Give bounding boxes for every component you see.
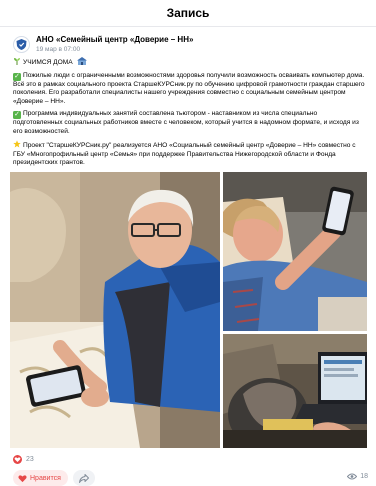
post-paragraph: УЧИМСЯ ДОМА <box>13 57 368 68</box>
likes-summary[interactable]: 23 <box>13 454 368 464</box>
paragraph-text: Проект "СтаршеКУРСник.ру" реализуется АН… <box>13 142 356 166</box>
likes-count: 23 <box>26 455 34 463</box>
post-footer: 23 Нравится 18 <box>13 454 368 486</box>
post-paragraph: ✓ Пожилые люди с ограниченными возможност… <box>13 72 368 107</box>
post-paragraph: ✓ Программа индивидуальных занятий состав… <box>13 110 368 136</box>
photo-woman-with-phone[interactable] <box>223 172 367 331</box>
like-button-label: Нравится <box>30 474 61 482</box>
paragraph-text: УЧИМСЯ ДОМА <box>23 59 73 66</box>
views-count: 18 <box>360 473 368 480</box>
paragraph-text: Программа индивидуальных занятий составл… <box>13 110 359 135</box>
post-timestamp[interactable]: 19 мар в 07:00 <box>36 45 193 54</box>
photo-laptop-lesson-image <box>223 334 367 448</box>
house-icon <box>76 57 87 65</box>
action-bar: Нравится 18 <box>13 470 368 486</box>
photo-laptop-lesson[interactable] <box>223 334 367 448</box>
page-title: Запись <box>166 6 210 20</box>
heart-icon <box>18 474 27 482</box>
top-bar: Запись <box>0 0 376 27</box>
check-mark-icon: ✓ <box>13 72 21 81</box>
photo-man-with-phone-image <box>10 172 220 448</box>
photo-man-with-phone[interactable] <box>10 172 220 448</box>
check-mark-icon: ✓ <box>13 111 21 119</box>
avatar[interactable] <box>13 36 30 53</box>
author-name[interactable]: АНО «Семейный центр «Доверие – НН» <box>36 35 193 45</box>
share-icon <box>79 473 89 483</box>
like-button[interactable]: Нравится <box>13 470 68 486</box>
post-author[interactable]: АНО «Семейный центр «Доверие – НН» 19 ма… <box>13 35 193 54</box>
shield-logo-icon <box>16 39 27 50</box>
post-text: УЧИМСЯ ДОМА ✓ Пожилые люди с ограниченным… <box>13 57 368 168</box>
paragraph-text: Пожилые люди с ограниченными возможностя… <box>13 71 365 105</box>
views-counter: 18 <box>347 473 368 480</box>
eye-icon <box>347 473 358 480</box>
post-paragraph: Проект "СтаршеКУРСник.ру" реализуется АН… <box>13 140 368 168</box>
heart-icon <box>13 454 22 464</box>
photo-gallery <box>10 172 367 448</box>
sprout-icon <box>14 58 20 65</box>
star-icon <box>13 140 21 148</box>
share-button[interactable] <box>73 470 95 486</box>
photo-woman-with-phone-image <box>223 172 367 331</box>
